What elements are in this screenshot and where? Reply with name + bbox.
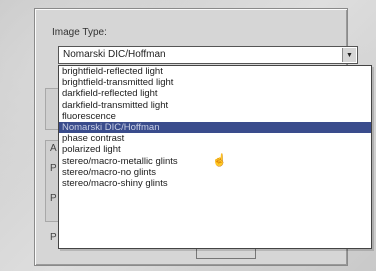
dropdown-option[interactable]: phase contrast: [59, 133, 371, 144]
background-label: P: [50, 163, 57, 174]
background-label: P: [50, 193, 57, 204]
dropdown-option[interactable]: darkfield-transmitted light: [59, 100, 371, 111]
dropdown-option[interactable]: fluorescence: [59, 111, 371, 122]
dropdown-option[interactable]: stereo/macro-no glints: [59, 167, 371, 178]
dropdown-option-highlighted[interactable]: Nomarski DIC/Hoffman: [59, 121, 371, 134]
chevron-down-icon[interactable]: ▼: [342, 48, 356, 62]
dropdown-option[interactable]: darkfield-reflected light: [59, 88, 371, 99]
dropdown-option[interactable]: brightfield-transmitted light: [59, 77, 371, 88]
image-type-label: Image Type:: [52, 27, 107, 38]
background-label: A: [50, 143, 57, 154]
background-label: P: [50, 232, 57, 243]
image-type-select[interactable]: Nomarski DIC/Hoffman ▼: [58, 46, 358, 64]
dropdown-option[interactable]: brightfield-reflected light: [59, 66, 371, 77]
dropdown-option[interactable]: stereo/macro-shiny glints: [59, 178, 371, 189]
image-type-selected-value: Nomarski DIC/Hoffman: [63, 49, 166, 60]
mouse-pointer-icon: ☝: [212, 153, 227, 167]
